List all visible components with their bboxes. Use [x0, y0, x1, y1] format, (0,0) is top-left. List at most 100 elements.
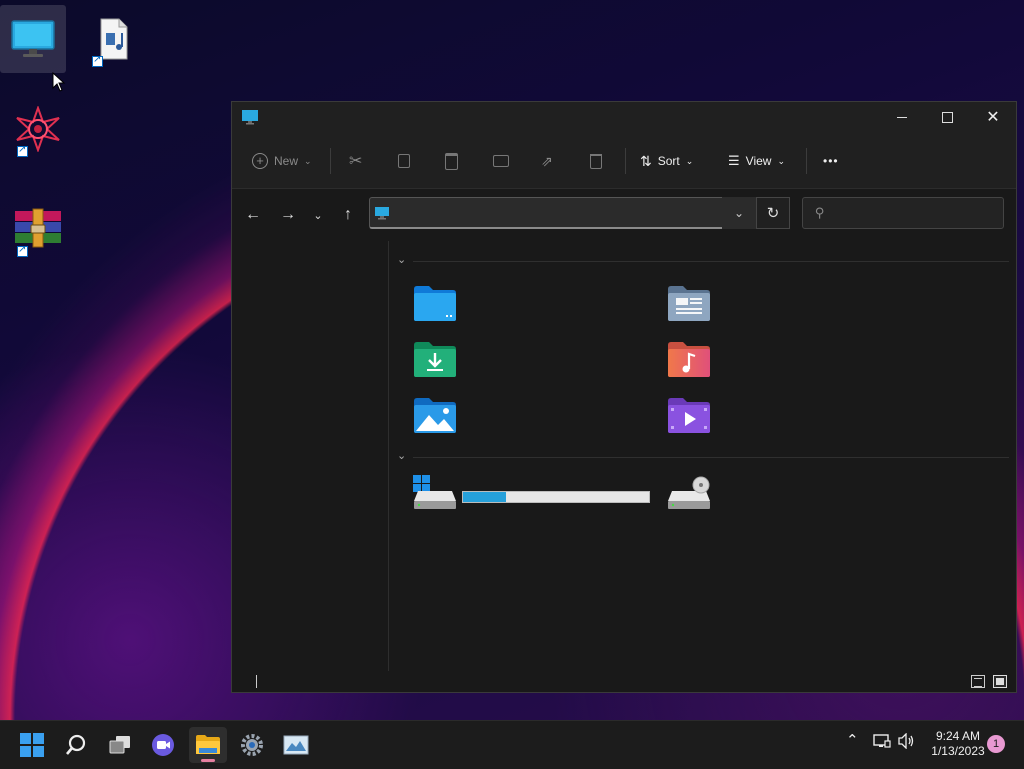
shortcut-arrow-icon: [17, 244, 28, 257]
refresh-button[interactable]: ↻: [756, 197, 790, 229]
delete-button[interactable]: [590, 146, 602, 176]
paste-button[interactable]: [445, 146, 458, 176]
clipboard-icon: [445, 152, 458, 170]
settings-taskbar-button[interactable]: [233, 727, 271, 763]
separator: [625, 148, 626, 174]
maximize-button[interactable]: [924, 102, 970, 132]
search-icon: ⚲: [815, 205, 825, 220]
start-button[interactable]: [13, 727, 51, 763]
drive-dvd[interactable]: [666, 473, 712, 513]
clock-date: 1/13/2023: [931, 744, 985, 758]
more-options-button[interactable]: •••: [823, 146, 839, 176]
arrow-up-icon: ↑: [344, 206, 352, 223]
folder-pictures[interactable]: [412, 395, 458, 435]
command-bar: + New ⌄ ✂ ⇗ ⇅ Sort ⌄ ☰ View ⌄ •••: [232, 134, 1016, 189]
file-explorer-icon: [196, 735, 220, 754]
dvd-drive-icon: [668, 476, 710, 509]
chevron-down-icon: ⌄: [313, 209, 323, 222]
network-monitor-icon: [873, 734, 891, 748]
desktop-icon-winrar[interactable]: [5, 195, 71, 263]
desktop-icon-app-shortcut[interactable]: [5, 95, 71, 163]
desktop-icon-this-pc[interactable]: [0, 5, 66, 73]
task-view-button[interactable]: [101, 727, 139, 763]
details-view-icon: [974, 678, 982, 687]
back-button[interactable]: ←: [240, 203, 266, 227]
folder-documents[interactable]: [666, 283, 712, 323]
desktop-folder-icon: [414, 286, 456, 321]
share-button[interactable]: ⇗: [541, 146, 553, 176]
monitor-icon: [11, 20, 55, 57]
show-hidden-icons-button[interactable]: ⌃: [846, 731, 859, 749]
shortcut-arrow-icon: [92, 54, 103, 67]
navigation-pane[interactable]: [232, 241, 389, 671]
copy-icon: [398, 154, 410, 168]
folder-desktop[interactable]: [412, 283, 458, 323]
group-collapse-icon[interactable]: ⌄: [397, 253, 406, 266]
chevron-up-icon: ⌃: [846, 732, 859, 749]
cut-button[interactable]: ✂: [349, 146, 362, 176]
picture-viewer-icon: [283, 735, 309, 755]
scissors-icon: ✂: [349, 153, 363, 170]
maximize-icon: [941, 111, 953, 123]
clock[interactable]: 9:24 AM 1/13/2023: [922, 729, 994, 761]
rename-button[interactable]: [493, 146, 509, 176]
desktop-icon-media-file[interactable]: [80, 5, 146, 73]
copy-button[interactable]: [398, 146, 410, 176]
chevron-down-icon: ⌄: [777, 155, 785, 166]
sort-label: Sort: [657, 154, 680, 168]
group-divider: [413, 457, 1009, 458]
pictures-folder-icon: [414, 398, 456, 433]
share-icon: ⇗: [541, 152, 553, 169]
arrow-left-icon: ←: [245, 206, 261, 223]
large-icons-view-button[interactable]: [993, 675, 1007, 688]
plus-circle-icon: +: [252, 153, 268, 169]
videos-folder-icon: [668, 398, 710, 433]
network-icon[interactable]: [873, 733, 891, 752]
folder-downloads[interactable]: [412, 339, 458, 379]
active-indicator: [201, 759, 215, 762]
photos-taskbar-button[interactable]: [277, 727, 315, 763]
rename-icon: [493, 155, 509, 167]
sort-button[interactable]: ⇅ Sort ⌄: [640, 146, 693, 176]
gear-icon: [241, 734, 263, 756]
speaker-icon: [898, 732, 914, 750]
view-label: View: [745, 154, 772, 168]
arrow-right-icon: →: [280, 206, 296, 223]
new-label: New: [274, 154, 299, 168]
file-explorer-taskbar-button[interactable]: [189, 727, 227, 763]
this-pc-address-icon: [375, 207, 389, 220]
taskbar: ⌃ 9:24 AM 1/13/2023: [0, 720, 1024, 769]
up-button[interactable]: ↑: [335, 203, 361, 227]
close-button[interactable]: ✕: [970, 102, 1016, 132]
folder-videos[interactable]: [666, 395, 712, 435]
task-view-icon: [109, 736, 130, 754]
volume-icon[interactable]: [898, 732, 916, 752]
trash-icon: [590, 153, 602, 169]
separator: [806, 148, 807, 174]
group-collapse-icon[interactable]: ⌄: [397, 449, 406, 462]
search-icon: [66, 734, 86, 755]
address-history-dropdown[interactable]: ⌄: [722, 197, 756, 229]
search-box[interactable]: ⚲: [802, 197, 1004, 229]
recent-locations-button[interactable]: ⌄: [305, 203, 331, 227]
search-taskbar-button[interactable]: [57, 727, 95, 763]
drive-local-disk[interactable]: [412, 473, 458, 513]
music-folder-icon: [668, 342, 710, 377]
large-icons-view-icon: [996, 678, 1004, 685]
more-dots-icon: •••: [823, 154, 839, 168]
new-button[interactable]: + New ⌄: [252, 146, 312, 176]
details-view-button[interactable]: [971, 675, 985, 688]
view-button[interactable]: ☰ View ⌄: [728, 146, 785, 176]
title-bar[interactable]: ✕: [232, 102, 1016, 134]
minimize-button[interactable]: [879, 102, 925, 132]
chevron-down-icon: ⌄: [733, 206, 745, 220]
notification-badge[interactable]: 1: [987, 735, 1005, 753]
shortcut-arrow-icon: [17, 144, 28, 157]
clock-time: 9:24 AM: [935, 729, 981, 743]
view-list-icon: ☰: [728, 153, 740, 168]
folder-music[interactable]: [666, 339, 712, 379]
chevron-down-icon: ⌄: [304, 155, 312, 166]
chat-button[interactable]: [145, 727, 183, 763]
status-bar: [232, 671, 1016, 693]
forward-button[interactable]: →: [275, 203, 301, 227]
